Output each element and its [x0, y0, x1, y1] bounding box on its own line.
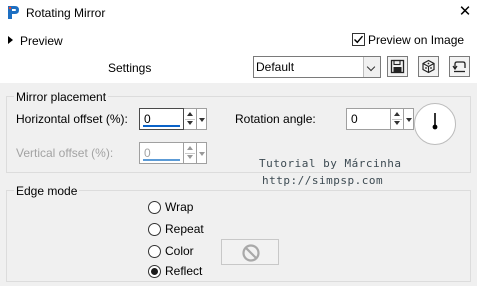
no-color-icon: [242, 244, 260, 262]
rotation-angle-input[interactable]: 0: [346, 108, 391, 130]
rotation-angle-label: Rotation angle:: [235, 112, 316, 126]
vertical-offset-input[interactable]: 0: [139, 142, 184, 164]
vertical-offset-spinner[interactable]: 0: [139, 142, 209, 164]
spin-up-down-icon[interactable]: [184, 142, 197, 164]
mirror-placement-title: Mirror placement: [14, 90, 109, 104]
rotation-angle-spinner[interactable]: 0: [346, 108, 416, 130]
window-title: Rotating Mirror: [26, 6, 106, 20]
value-underline: [143, 125, 180, 127]
horizontal-offset-value: 0: [144, 112, 151, 126]
spin-up-down-icon[interactable]: [391, 108, 404, 130]
rotation-angle-value: 0: [351, 112, 358, 126]
edge-mode-label-color[interactable]: Color: [165, 244, 194, 258]
slider-dropdown-icon[interactable]: [404, 108, 414, 130]
edge-mode-label-repeat[interactable]: Repeat: [165, 222, 204, 236]
preview-label: Preview: [20, 34, 63, 48]
settings-dropdown[interactable]: Default: [253, 56, 381, 78]
horizontal-offset-label: Horizontal offset (%):: [16, 112, 128, 126]
paintshop-pro-icon: [6, 5, 21, 20]
preview-on-image-checkbox[interactable]: [352, 33, 365, 46]
edge-mode-title: Edge mode: [14, 184, 80, 198]
angle-dial-icon: [432, 113, 438, 130]
edge-mode-radio-color[interactable]: [148, 245, 161, 258]
preview-toggle[interactable]: Preview: [8, 34, 63, 48]
slider-dropdown-icon[interactable]: [197, 142, 207, 164]
spin-up-down-icon[interactable]: [184, 108, 197, 130]
horizontal-offset-input[interactable]: 0: [139, 108, 184, 130]
value-underline: [143, 159, 180, 161]
rotation-dial[interactable]: [414, 103, 456, 145]
reset-icon: [452, 61, 466, 73]
watermark-line1: Tutorial by Márcinha: [259, 157, 402, 170]
edge-mode-radio-reflect[interactable]: [148, 265, 161, 278]
settings-label: Settings: [108, 61, 152, 75]
checkmark-icon: [354, 35, 364, 44]
chevron-down-icon[interactable]: [363, 57, 380, 77]
edge-color-swatch[interactable]: [221, 239, 279, 265]
reset-button[interactable]: [449, 56, 470, 77]
horizontal-offset-spinner[interactable]: 0: [139, 108, 209, 130]
settings-dropdown-value: Default: [256, 60, 295, 74]
edge-mode-group: [6, 190, 471, 282]
edge-mode-label-wrap[interactable]: Wrap: [165, 200, 193, 214]
edge-mode-radio-repeat[interactable]: [148, 223, 161, 236]
vertical-offset-label: Vertical offset (%):: [16, 146, 114, 160]
edge-mode-label-reflect[interactable]: Reflect: [165, 264, 202, 278]
save-preset-icon: [390, 59, 405, 74]
preview-on-image-label[interactable]: Preview on Image: [368, 33, 464, 47]
slider-dropdown-icon[interactable]: [197, 108, 207, 130]
edge-mode-radio-wrap[interactable]: [148, 201, 161, 214]
vertical-offset-value: 0: [144, 146, 151, 160]
close-icon[interactable]: ✕: [455, 2, 475, 22]
save-preset-button[interactable]: [387, 56, 408, 77]
expand-triangle-icon: [8, 36, 13, 44]
manage-presets-button[interactable]: [418, 56, 439, 77]
watermark-line2: http://simpsp.com: [262, 174, 384, 187]
manage-presets-icon: [422, 59, 435, 74]
